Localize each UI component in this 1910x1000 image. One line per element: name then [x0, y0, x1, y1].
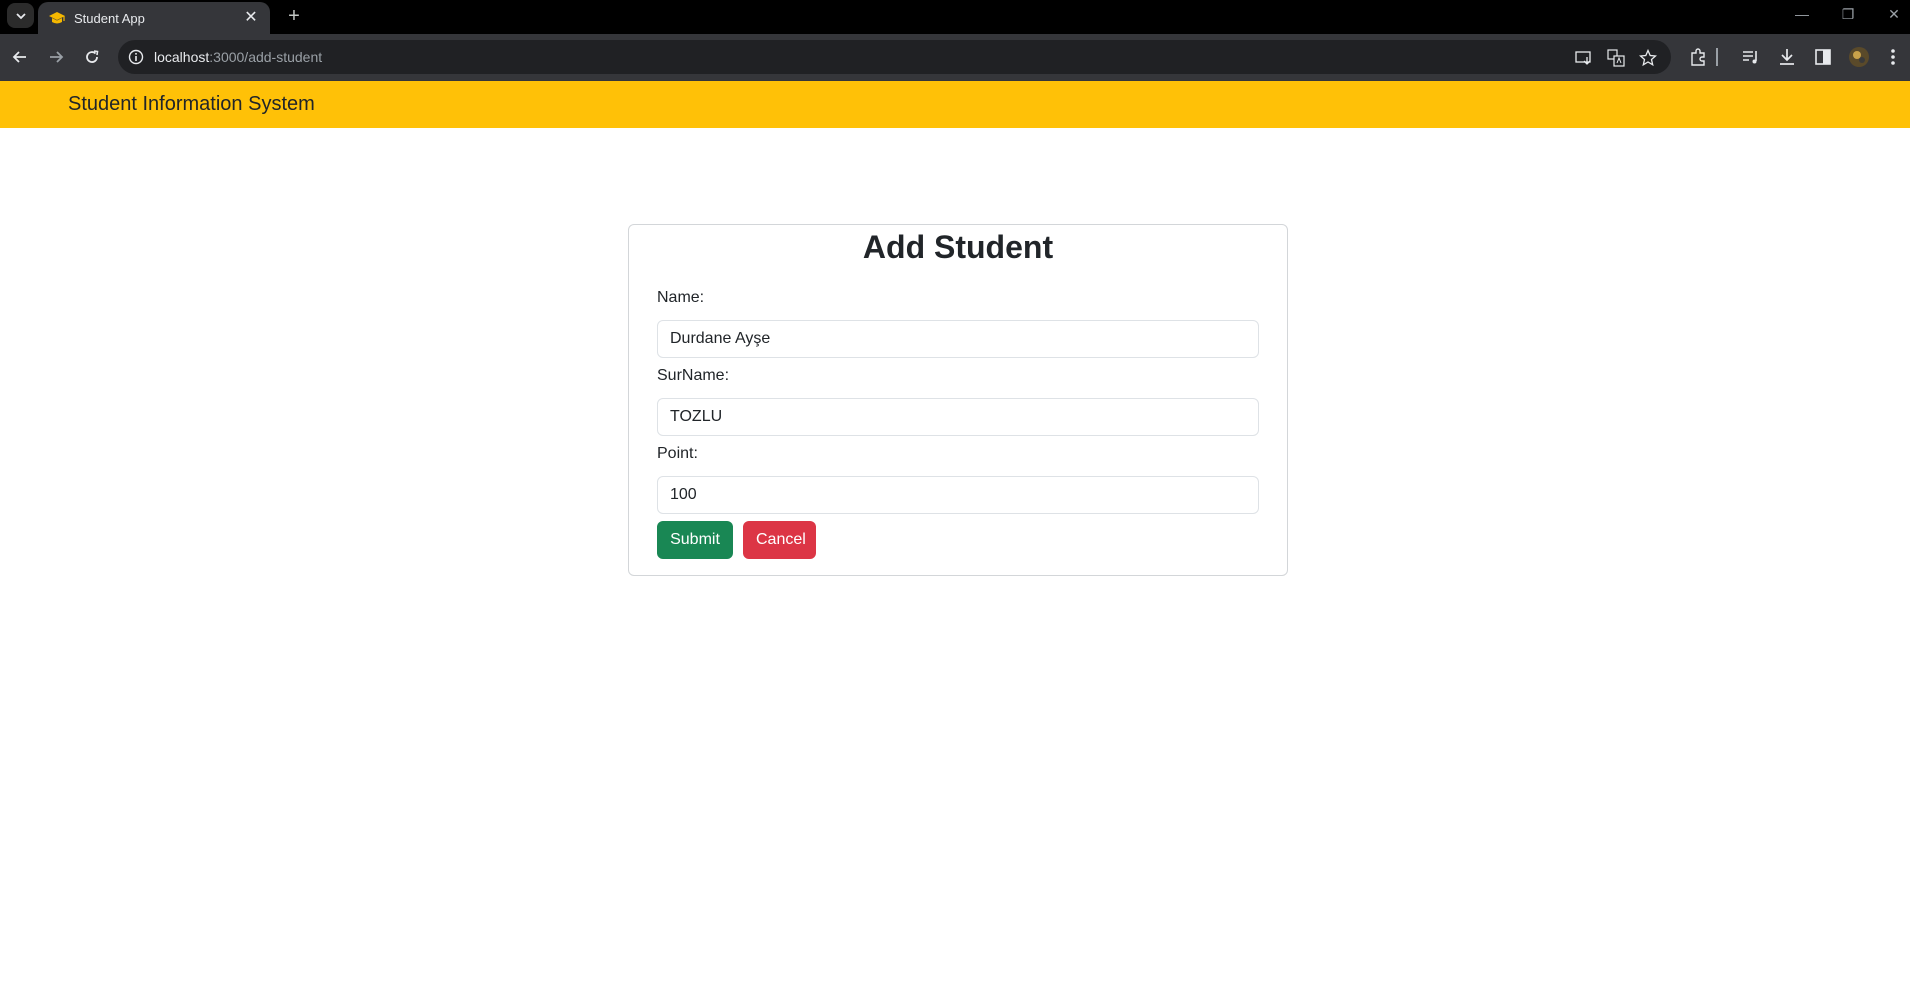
- extensions-icon[interactable]: [1687, 46, 1709, 68]
- submit-button[interactable]: Submit: [657, 521, 733, 559]
- chevron-down-icon: [15, 12, 26, 19]
- address-bar[interactable]: localhost:3000/add-student: [118, 40, 1671, 74]
- reload-icon: [86, 50, 99, 63]
- name-input[interactable]: [657, 320, 1259, 358]
- back-button[interactable]: [6, 43, 34, 71]
- url-text: localhost:3000/add-student: [154, 49, 322, 65]
- browser-toolbar: localhost:3000/add-student: [0, 34, 1910, 81]
- profile-avatar[interactable]: [1848, 46, 1870, 68]
- toolbar-divider: [1716, 48, 1718, 66]
- translate-icon[interactable]: [1606, 48, 1626, 68]
- url-host: localhost: [154, 49, 210, 65]
- bookmark-star-icon[interactable]: [1638, 48, 1658, 68]
- tab-strip: Student App ✕ + — ❐ ✕: [0, 0, 1910, 34]
- close-window-button[interactable]: ✕: [1876, 0, 1910, 28]
- new-tab-button[interactable]: +: [282, 4, 306, 28]
- tab-title: Student App: [74, 10, 145, 26]
- tab-search-button[interactable]: [7, 3, 34, 28]
- more-menu-icon[interactable]: [1882, 46, 1904, 68]
- minimize-button[interactable]: —: [1784, 0, 1820, 28]
- site-info-icon[interactable]: [128, 49, 144, 65]
- forward-button[interactable]: [42, 43, 70, 71]
- app-navbar: Student Information System: [0, 81, 1910, 128]
- add-student-card: Add Student Name: SurName: Point: Submit…: [628, 224, 1288, 576]
- restore-button[interactable]: ❐: [1830, 0, 1866, 28]
- point-input[interactable]: [657, 476, 1259, 514]
- download-icon[interactable]: [1776, 46, 1798, 68]
- arrow-right-icon: [50, 51, 64, 63]
- cancel-button[interactable]: Cancel: [743, 521, 816, 559]
- surname-label: SurName:: [657, 367, 730, 384]
- reload-button[interactable]: [78, 43, 106, 71]
- media-queue-icon[interactable]: [1740, 46, 1762, 68]
- install-app-icon[interactable]: [1574, 48, 1594, 68]
- surname-input[interactable]: [657, 398, 1259, 436]
- point-label: Point:: [657, 445, 698, 462]
- side-panel-icon[interactable]: [1812, 46, 1834, 68]
- name-label: Name:: [657, 289, 705, 306]
- graduation-cap-icon: [48, 9, 66, 27]
- tab-close-icon[interactable]: ✕: [242, 9, 260, 27]
- form-title: Add Student: [862, 229, 1054, 265]
- navbar-brand[interactable]: Student Information System: [68, 93, 315, 116]
- arrow-left-icon: [12, 51, 26, 63]
- browser-tab-active[interactable]: Student App ✕: [38, 2, 270, 34]
- url-path: :3000/add-student: [209, 49, 323, 65]
